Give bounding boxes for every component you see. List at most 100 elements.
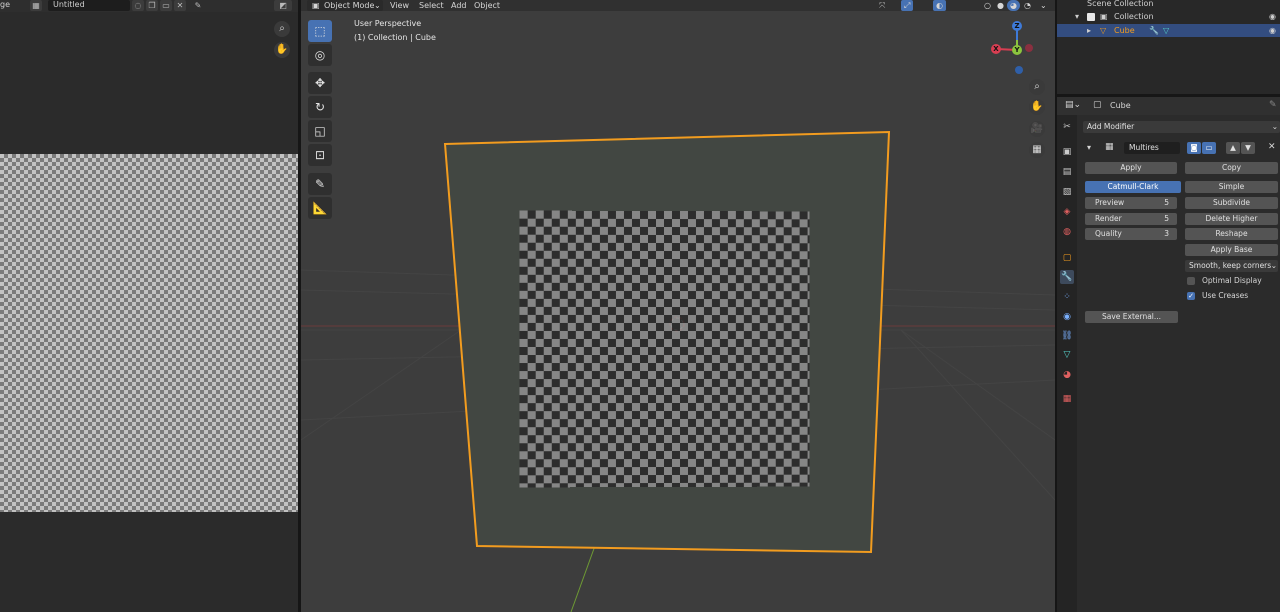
render-value: 5: [1164, 214, 1169, 223]
menu-object[interactable]: Object: [471, 0, 503, 11]
modifier-wrench-icon[interactable]: 🔧: [1149, 24, 1159, 37]
outliner-row-cube[interactable]: ▸ ▽ Cube 🔧 ▽ ◉: [1057, 24, 1280, 37]
pin-icon[interactable]: ✎: [192, 0, 204, 11]
outliner-row-collection[interactable]: ▾ ▣ Collection ◉: [1057, 10, 1280, 23]
preview-label: Preview: [1095, 198, 1125, 207]
viewport-toggle-icon[interactable]: ▭: [1202, 142, 1216, 154]
checker-texture-mesh[interactable]: [519, 210, 810, 488]
menu-view[interactable]: View: [387, 0, 412, 11]
render-toggle-icon[interactable]: ◙: [1187, 142, 1201, 154]
object-data-tab-icon[interactable]: ▽: [1060, 348, 1074, 362]
catmull-clark-button[interactable]: Catmull-Clark: [1085, 181, 1181, 193]
mode-label: Object Mode: [324, 1, 375, 10]
display-mode-icon[interactable]: ◩: [274, 0, 292, 11]
image-browse-icon[interactable]: ▦: [30, 0, 42, 11]
collapse-arrow-icon[interactable]: ▾: [1087, 143, 1091, 152]
move-up-icon[interactable]: ▲: [1226, 142, 1240, 154]
chevron-down-icon[interactable]: ⌄: [1037, 0, 1050, 11]
gizmo-z-axis[interactable]: Z: [1012, 21, 1022, 31]
shield-icon[interactable]: ◌: [132, 0, 144, 11]
close-icon[interactable]: ✕: [1268, 142, 1276, 152]
menu-add[interactable]: Add: [448, 0, 470, 11]
copy-button[interactable]: Copy: [1185, 162, 1278, 174]
material-shading-icon[interactable]: ◕: [1007, 0, 1020, 11]
solid-shading-icon[interactable]: ●: [994, 0, 1007, 11]
use-creases-checkbox[interactable]: ✓: [1187, 292, 1195, 300]
apply-button[interactable]: Apply: [1085, 162, 1177, 174]
3d-viewport[interactable]: ▣ Object Mode ⌄ View Select Add Object ⤧…: [301, 0, 1055, 612]
reshape-button[interactable]: Reshape: [1185, 228, 1278, 240]
scene-tab-icon[interactable]: ◈: [1060, 205, 1074, 219]
collection-icon: ▣: [1100, 12, 1108, 21]
measure-tool-icon[interactable]: 📐: [308, 197, 332, 219]
tool-tab-icon[interactable]: ✂: [1060, 120, 1074, 134]
eye-icon[interactable]: ◉: [1269, 24, 1276, 37]
optimal-display-label: Optimal Display: [1202, 276, 1262, 285]
modifier-tab-icon[interactable]: 🔧: [1060, 270, 1074, 284]
move-tool-icon[interactable]: ✥: [308, 72, 332, 94]
apply-base-button[interactable]: Apply Base: [1185, 244, 1278, 256]
scale-tool-icon[interactable]: ◱: [308, 120, 332, 142]
quality-field[interactable]: Quality 3: [1085, 228, 1177, 240]
simple-button[interactable]: Simple: [1185, 181, 1278, 193]
scene-collection-label: Scene Collection: [1087, 0, 1154, 8]
particles-tab-icon[interactable]: ⁘: [1060, 290, 1074, 304]
preview-value: 5: [1164, 198, 1169, 207]
editor-type-icon[interactable]: ▤⌄: [1065, 100, 1081, 110]
expand-arrow-icon[interactable]: ▾: [1075, 10, 1079, 23]
duplicate-icon[interactable]: ❐: [146, 0, 158, 11]
material-tab-icon[interactable]: ◕: [1060, 368, 1074, 382]
render-label: Render: [1095, 214, 1122, 223]
gizmo-toggle-icon[interactable]: ⤢: [901, 0, 914, 11]
optimal-display-checkbox[interactable]: [1187, 277, 1195, 285]
pin-icon[interactable]: ✎: [1269, 100, 1277, 110]
image-name-field[interactable]: Untitled: [48, 0, 130, 11]
perspective-toggle-icon[interactable]: ▦: [1029, 142, 1045, 158]
gizmo-y-axis[interactable]: Y: [1012, 45, 1022, 55]
physics-tab-icon[interactable]: ◉: [1060, 310, 1074, 324]
render-tab-icon[interactable]: ▣: [1060, 145, 1074, 159]
view-layer-tab-icon[interactable]: ▧: [1060, 185, 1074, 199]
camera-view-icon[interactable]: 🎥: [1029, 121, 1045, 137]
add-modifier-dropdown[interactable]: Add Modifier ⌄: [1083, 121, 1280, 133]
select-box-tool-icon[interactable]: ⬚: [308, 20, 332, 42]
cursor-tool-icon[interactable]: ◎: [308, 44, 332, 66]
pan-hand-icon[interactable]: ✋: [1029, 99, 1045, 115]
mesh-data-icon[interactable]: ▽: [1163, 24, 1169, 37]
uv-smooth-dropdown[interactable]: Smooth, keep corners ⌄: [1185, 260, 1278, 272]
use-creases-label: Use Creases: [1202, 291, 1249, 300]
multires-icon: ▦: [1105, 142, 1114, 152]
rendered-shading-icon[interactable]: ◔: [1021, 0, 1034, 11]
texture-tab-icon[interactable]: ▦: [1060, 392, 1074, 406]
menu-select[interactable]: Select: [416, 0, 447, 11]
folder-icon[interactable]: ▭: [160, 0, 172, 11]
pan-hand-icon[interactable]: ✋: [274, 42, 290, 58]
transform-tool-icon[interactable]: ⊡: [308, 144, 332, 166]
modifier-name-field[interactable]: Multires: [1124, 142, 1180, 154]
image-canvas[interactable]: [0, 154, 298, 512]
render-levels-field[interactable]: Render 5: [1085, 213, 1177, 225]
zoom-icon[interactable]: ⌕: [1029, 79, 1045, 95]
gizmo-x-axis[interactable]: X: [991, 44, 1001, 54]
save-external-button[interactable]: Save External...: [1085, 311, 1178, 323]
eye-icon[interactable]: ◉: [1269, 10, 1276, 23]
transform-orientation-icon[interactable]: ⤧: [876, 0, 888, 11]
subdivide-button[interactable]: Subdivide: [1185, 197, 1278, 209]
constraints-tab-icon[interactable]: ⛓: [1060, 329, 1074, 343]
world-tab-icon[interactable]: ◍: [1060, 225, 1074, 239]
zoom-icon[interactable]: ⌕: [274, 21, 290, 37]
delete-higher-button[interactable]: Delete Higher: [1185, 213, 1278, 225]
output-tab-icon[interactable]: ▤: [1060, 165, 1074, 179]
annotate-tool-icon[interactable]: ✎: [308, 173, 332, 195]
move-down-icon[interactable]: ▼: [1241, 142, 1255, 154]
overlay-toggle-icon[interactable]: ◐: [933, 0, 946, 11]
outliner-row-scene-collection[interactable]: Scene Collection: [1057, 0, 1280, 10]
close-icon[interactable]: ✕: [174, 0, 186, 11]
wireframe-shading-icon[interactable]: ○: [981, 0, 994, 11]
preview-levels-field[interactable]: Preview 5: [1085, 197, 1177, 209]
object-tab-icon[interactable]: ▢: [1060, 251, 1074, 265]
mode-dropdown[interactable]: ▣ Object Mode ⌄: [307, 0, 383, 11]
rotate-tool-icon[interactable]: ↻: [308, 96, 332, 118]
checkbox-icon[interactable]: [1087, 13, 1095, 21]
expand-arrow-icon[interactable]: ▸: [1087, 24, 1091, 37]
